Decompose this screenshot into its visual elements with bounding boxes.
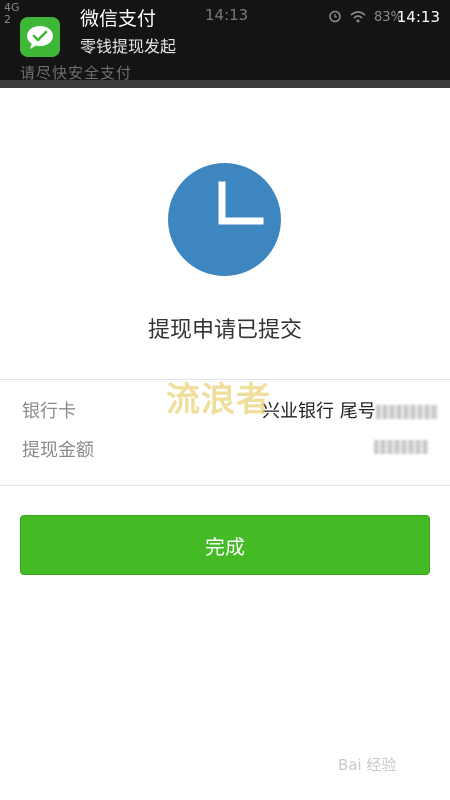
notification-shadow <box>0 80 450 88</box>
clock-icon <box>168 163 281 276</box>
masked-text <box>374 440 428 454</box>
notification-banner[interactable]: 4G 2 请尽快安全支付 微信支付 零钱提现发起 14:13 83% 14:13 <box>0 0 450 80</box>
done-button[interactable]: 完成 <box>20 515 430 575</box>
notification-time: 14:13 <box>396 8 440 26</box>
status-icons: 83% <box>328 8 403 27</box>
page-title: 提现申请已提交 <box>147 318 302 343</box>
wechat-icon <box>20 17 60 57</box>
notification-message: 零钱提现发起 <box>80 37 177 56</box>
divider-bottom <box>0 485 450 486</box>
wifi-icon <box>350 8 366 27</box>
ghost-subtitle: 请尽快安全支付 <box>20 64 133 80</box>
bank-card-label: 银行卡 <box>22 401 76 422</box>
watermark: 流浪者 <box>166 380 271 420</box>
bank-card-value: 兴业银行 尾号 <box>262 397 438 423</box>
baidu-watermark: Bai 经验 <box>338 756 397 774</box>
amount-value <box>374 436 428 457</box>
ghost-time: 14:13 <box>205 6 249 24</box>
alarm-icon <box>328 8 342 27</box>
amount-label: 提现金额 <box>22 440 94 461</box>
notification-app-title: 微信支付 <box>80 8 157 30</box>
masked-text <box>375 405 438 419</box>
ghost-signal-indicator: 4G 2 <box>4 1 20 26</box>
